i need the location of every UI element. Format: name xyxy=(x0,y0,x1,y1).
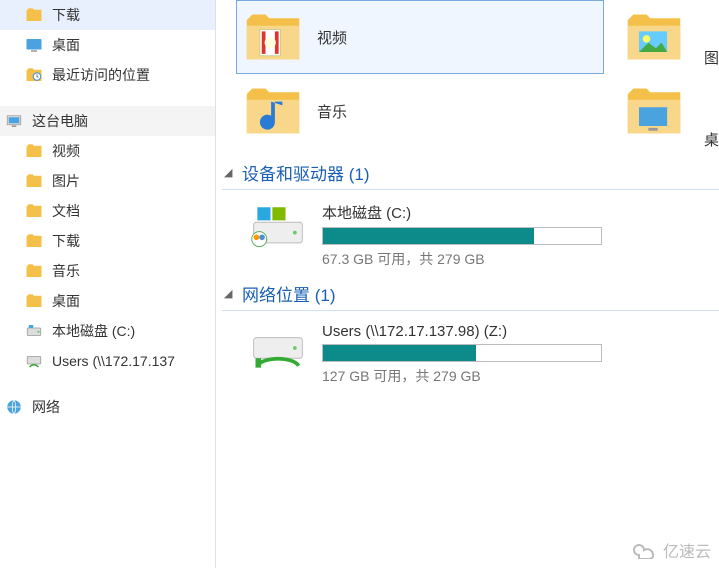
folder-icon xyxy=(24,171,44,191)
folder-tile-music[interactable]: 音乐 xyxy=(236,74,604,148)
disk-icon xyxy=(24,321,44,341)
folder-label: 音乐 xyxy=(317,101,599,122)
desktop-icon xyxy=(24,35,44,55)
folder-icon xyxy=(24,141,44,161)
sidebar-item-local-disk[interactable]: 本地磁盘 (C:) xyxy=(0,316,215,346)
label: 本地磁盘 (C:) xyxy=(52,321,135,341)
watermark: 亿速云 xyxy=(631,538,711,562)
recent-icon xyxy=(24,65,44,85)
label: 桌面 xyxy=(52,291,80,311)
sidebar-item-desktop2[interactable]: 桌面 xyxy=(0,286,215,316)
download-folder-icon xyxy=(24,5,44,25)
drive-usage-bar xyxy=(322,344,602,362)
sidebar-item-documents[interactable]: 文档 xyxy=(0,196,215,226)
sidebar-item-recent[interactable]: 最近访问的位置 xyxy=(0,60,215,90)
sidebar-item-network[interactable]: 网络 xyxy=(0,392,215,422)
group-title: 网络位置 (1) xyxy=(242,281,336,306)
drive-stat: 67.3 GB 可用，共 279 GB xyxy=(322,249,602,269)
drive-network-z[interactable]: Users (\\172.17.137.98) (Z:) 127 GB 可用，共… xyxy=(246,323,719,386)
label: 音乐 xyxy=(52,261,80,281)
local-disk-icon xyxy=(246,202,310,250)
sidebar-tree: 下载 桌面 最近访问的位置 这台电脑 视频 图片 文档 下载 音乐 xyxy=(0,0,216,568)
computer-icon xyxy=(4,111,24,131)
sidebar-item-pictures[interactable]: 图片 xyxy=(0,166,215,196)
drive-local-c[interactable]: 本地磁盘 (C:) 67.3 GB 可用，共 279 GB xyxy=(246,202,719,269)
folder-icon xyxy=(24,231,44,251)
network-icon xyxy=(4,397,24,417)
label: 最近访问的位置 xyxy=(52,65,150,85)
group-header-devices[interactable]: ◢ 设备和驱动器 (1) xyxy=(224,160,719,185)
folder-icon xyxy=(24,291,44,311)
music-folder-icon xyxy=(241,79,305,143)
caret-down-icon: ◢ xyxy=(224,287,236,300)
folder-label: 视频 xyxy=(317,27,599,48)
group-title: 设备和驱动器 (1) xyxy=(242,160,370,185)
cutoff-labels: 图 桌 xyxy=(704,16,719,180)
group-header-network[interactable]: ◢ 网络位置 (1) xyxy=(224,281,719,306)
sidebar-item-net-drive[interactable]: Users (\\172.17.137 xyxy=(0,346,215,376)
label: 视频 xyxy=(52,141,80,161)
drive-stat: 127 GB 可用，共 279 GB xyxy=(322,366,602,386)
network-drive-icon xyxy=(24,351,44,371)
sidebar-item-downloads[interactable]: 下载 xyxy=(0,0,215,30)
folder-icon xyxy=(24,201,44,221)
videos-folder-icon xyxy=(241,5,305,69)
folder-tile-pictures-cut[interactable] xyxy=(624,0,684,74)
sidebar-item-videos[interactable]: 视频 xyxy=(0,136,215,166)
caret-down-icon: ◢ xyxy=(224,166,236,179)
label: 图片 xyxy=(52,171,80,191)
sidebar-header-thispc[interactable]: 这台电脑 xyxy=(0,106,215,136)
sidebar-item-desktop[interactable]: 桌面 xyxy=(0,30,215,60)
folder-icon xyxy=(24,261,44,281)
label: 下载 xyxy=(52,231,80,251)
main-content: 视频 音乐 xyxy=(216,0,719,568)
drive-name: 本地磁盘 (C:) xyxy=(322,202,602,223)
folder-tile-desktop-cut[interactable] xyxy=(624,74,684,148)
folder-tile-videos[interactable]: 视频 xyxy=(236,0,604,74)
label: 下载 xyxy=(52,5,80,25)
label: 文档 xyxy=(52,201,80,221)
drive-usage-bar xyxy=(322,227,602,245)
label: 网络 xyxy=(32,397,60,417)
label: Users (\\172.17.137 xyxy=(52,353,175,369)
network-drive-icon xyxy=(246,323,310,371)
sidebar-item-downloads2[interactable]: 下载 xyxy=(0,226,215,256)
drive-name: Users (\\172.17.137.98) (Z:) xyxy=(322,323,602,340)
label: 桌面 xyxy=(52,35,80,55)
label: 这台电脑 xyxy=(32,111,88,131)
sidebar-item-music[interactable]: 音乐 xyxy=(0,256,215,286)
